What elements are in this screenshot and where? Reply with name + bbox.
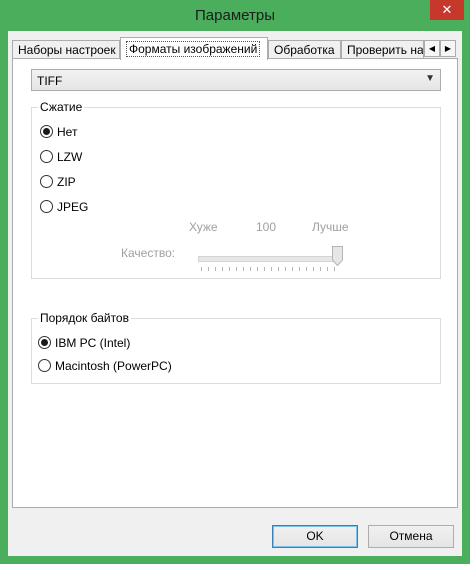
tab-processing[interactable]: Обработка bbox=[268, 40, 341, 59]
radio-label: LZW bbox=[57, 150, 83, 164]
dialog-client: Наборы настроек Форматы изображений Обра… bbox=[8, 31, 462, 556]
radio-label: ZIP bbox=[57, 175, 76, 189]
chevron-left-icon: ◀ bbox=[428, 44, 436, 53]
radio-label: IBM PC (Intel) bbox=[55, 336, 131, 350]
quality-slider-thumb[interactable] bbox=[332, 246, 343, 266]
radio-button[interactable] bbox=[40, 125, 53, 138]
dialog-window: Параметры ✕ Наборы настроек Форматы изоб… bbox=[0, 0, 470, 564]
tab-page-image-formats: TIFF ▼ Сжатие Нет LZW ZIP JPEG Хуже 100 … bbox=[12, 58, 458, 508]
tab-presets[interactable]: Наборы настроек bbox=[12, 40, 120, 59]
tab-label: Обработка bbox=[274, 43, 335, 57]
byte-order-group: Порядок байтов IBM PC (Intel) Macintosh … bbox=[31, 311, 441, 384]
close-icon: ✕ bbox=[441, 2, 453, 17]
ok-button[interactable]: OK bbox=[272, 525, 358, 548]
tab-strip: Наборы настроек Форматы изображений Обра… bbox=[12, 37, 458, 60]
radio-button[interactable] bbox=[38, 336, 51, 349]
radio-label: Macintosh (PowerPC) bbox=[55, 359, 172, 373]
tab-scroll-right-button[interactable]: ▶ bbox=[440, 40, 456, 57]
close-button[interactable]: ✕ bbox=[430, 0, 464, 20]
cancel-button[interactable]: Отмена bbox=[368, 525, 454, 548]
quality-label: Качество: bbox=[121, 246, 176, 260]
quality-slider-track[interactable] bbox=[198, 256, 340, 262]
quality-min-label: Хуже bbox=[189, 220, 218, 234]
radio-button[interactable] bbox=[40, 175, 53, 188]
radio-button[interactable] bbox=[38, 359, 51, 372]
tab-label: Форматы изображений bbox=[126, 41, 261, 57]
radio-label: JPEG bbox=[57, 200, 89, 214]
title-bar[interactable]: Параметры ✕ bbox=[0, 0, 470, 31]
tab-label: Наборы настроек bbox=[18, 43, 116, 57]
tab-image-formats[interactable]: Форматы изображений bbox=[120, 37, 268, 60]
quality-value-label: 100 bbox=[256, 220, 277, 234]
tab-label: Проверить на bbox=[347, 43, 424, 57]
window-title: Параметры bbox=[195, 7, 275, 24]
radio-button[interactable] bbox=[40, 150, 53, 163]
chevron-down-icon: ▼ bbox=[425, 73, 435, 84]
tab-check[interactable]: Проверить на bbox=[341, 40, 424, 59]
compression-legend: Сжатие bbox=[38, 100, 85, 114]
radio-label: Нет bbox=[57, 125, 78, 139]
quality-max-label: Лучше bbox=[312, 220, 349, 234]
compression-group: Сжатие Нет LZW ZIP JPEG Хуже 100 Лучше К… bbox=[31, 100, 441, 279]
format-select-value: TIFF bbox=[37, 74, 63, 88]
chevron-right-icon: ▶ bbox=[444, 44, 452, 53]
quality-slider-ticks bbox=[201, 267, 339, 271]
format-select[interactable]: TIFF ▼ bbox=[31, 69, 441, 91]
byte-order-legend: Порядок байтов bbox=[38, 311, 131, 325]
radio-button[interactable] bbox=[40, 200, 53, 213]
tab-scroll-left-button[interactable]: ◀ bbox=[424, 40, 440, 57]
